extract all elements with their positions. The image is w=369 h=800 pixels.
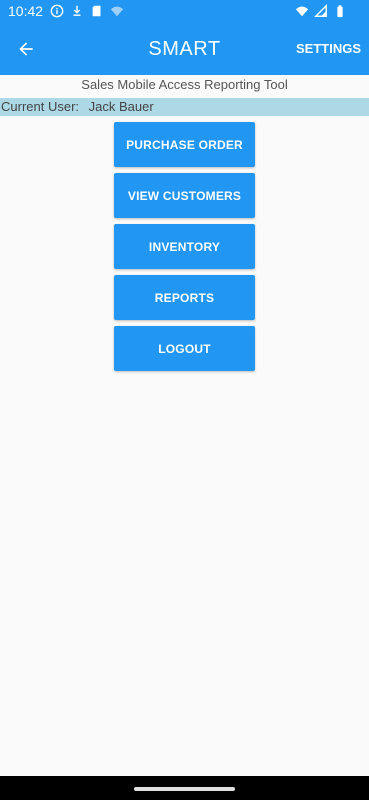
wifi-icon — [110, 4, 124, 18]
app-bar: SMART SETTINGS — [0, 23, 369, 75]
signal-icon — [314, 4, 328, 18]
home-gesture-handle[interactable] — [134, 787, 235, 791]
main-menu: PURCHASE ORDER VIEW CUSTOMERS INVENTORY … — [114, 122, 255, 377]
download-icon — [70, 4, 84, 18]
reports-button[interactable]: REPORTS — [114, 275, 255, 320]
inventory-button[interactable]: INVENTORY — [114, 224, 255, 269]
settings-button[interactable]: SETTINGS — [296, 40, 361, 57]
current-user-name: Jack Bauer — [88, 99, 154, 114]
current-user-row: Current User: Jack Bauer — [0, 98, 369, 116]
app-subtitle: Sales Mobile Access Reporting Tool — [81, 77, 288, 92]
current-user-label: Current User: — [1, 99, 80, 114]
status-left-icons — [50, 4, 124, 18]
system-navigation-bar — [0, 776, 369, 800]
status-bar: 10:42 — [0, 0, 369, 23]
battery-icon — [333, 4, 347, 18]
view-customers-button[interactable]: VIEW CUSTOMERS — [114, 173, 255, 218]
logout-button[interactable]: LOGOUT — [114, 326, 255, 371]
purchase-order-button[interactable]: PURCHASE ORDER — [114, 122, 255, 167]
status-time: 10:42 — [8, 3, 44, 19]
sd-card-icon — [90, 4, 104, 18]
status-right-icons — [295, 4, 347, 18]
wifi-icon — [295, 4, 309, 18]
info-icon — [50, 4, 64, 18]
